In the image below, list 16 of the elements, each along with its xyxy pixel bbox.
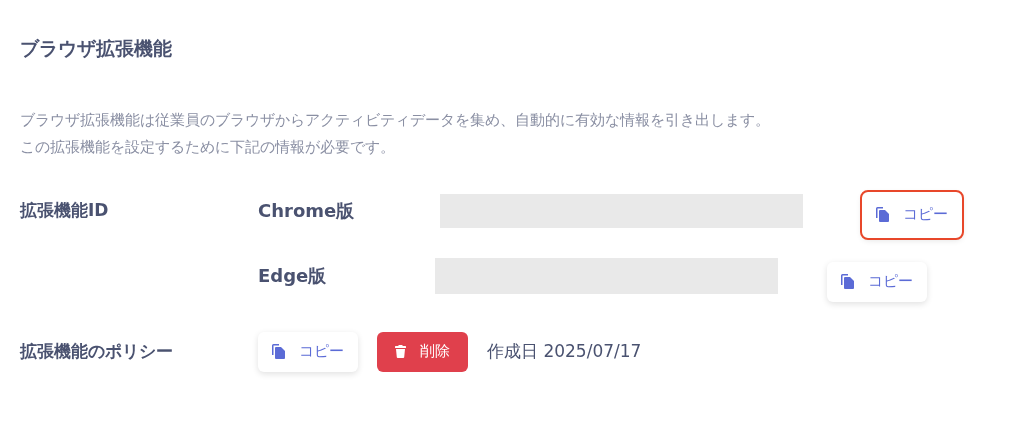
delete-button[interactable]: 削除 (377, 331, 468, 372)
copy-icon (876, 207, 889, 222)
copy-button[interactable]: コピー (827, 261, 927, 302)
version-label: Chrome版 (258, 200, 355, 221)
copy-button[interactable]: コピー (258, 331, 358, 372)
section-title: ブラウザ拡張機能 (20, 36, 173, 61)
copy-icon (841, 274, 854, 289)
description-text: ブラウザ拡張機能は従業員のブラウザからアクティビティデータを集め、自動的に有効な情報を引き出します。 (20, 109, 771, 131)
created-date: 作成日 2025/07/17 (487, 339, 642, 363)
field-label: 拡張機能ID (20, 199, 109, 220)
copy-icon (272, 344, 285, 359)
copy-button[interactable]: コピー (862, 191, 962, 238)
field-label: 拡張機能のポリシー (20, 340, 173, 361)
description-text: この拡張機能を設定するために下記の情報が必要です。 (20, 136, 396, 158)
trash-icon (395, 345, 406, 358)
version-label: Edge版 (258, 265, 327, 286)
